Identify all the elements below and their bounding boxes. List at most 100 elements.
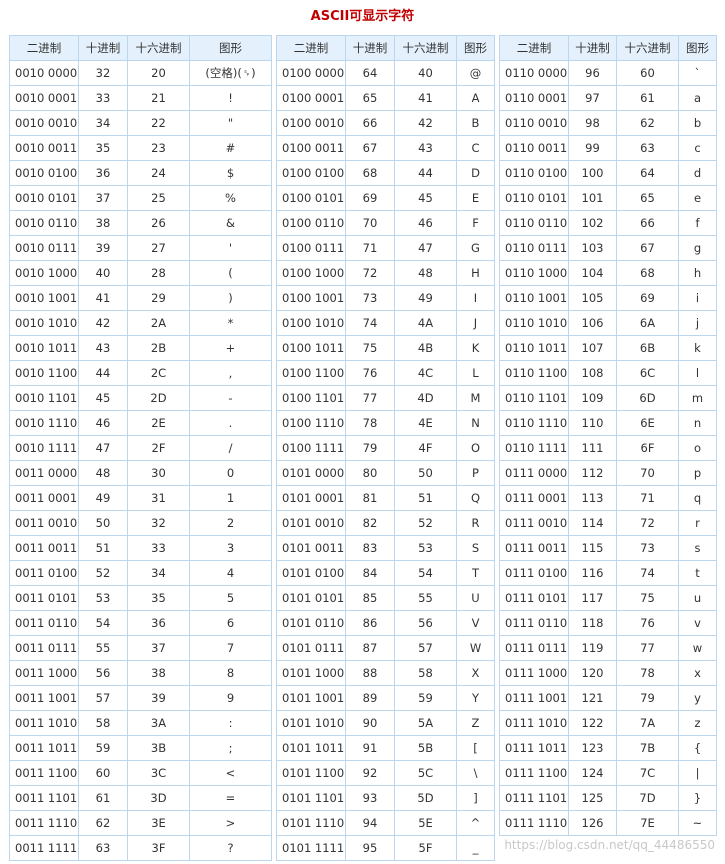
table-row: 0110 0100 100 64 d bbox=[499, 160, 717, 186]
cell-decimal: 39 bbox=[78, 235, 128, 261]
cell-decimal: 79 bbox=[345, 435, 395, 461]
cell-binary: 0011 1110 bbox=[9, 810, 79, 836]
cell-glyph: P bbox=[456, 460, 495, 486]
header-glyph: 图形 bbox=[189, 35, 272, 61]
cell-decimal: 49 bbox=[78, 485, 128, 511]
cell-decimal: 96 bbox=[568, 60, 617, 86]
cell-hex: 72 bbox=[616, 510, 679, 536]
table-row: 0010 1111 47 2F / bbox=[9, 435, 272, 461]
table-row: 0110 1111 111 6F o bbox=[499, 435, 717, 461]
cell-decimal: 85 bbox=[345, 585, 395, 611]
cell-decimal: 119 bbox=[568, 635, 617, 661]
cell-decimal: 112 bbox=[568, 460, 617, 486]
cell-decimal: 68 bbox=[345, 160, 395, 186]
cell-decimal: 66 bbox=[345, 110, 395, 136]
cell-glyph: 5 bbox=[189, 585, 272, 611]
cell-decimal: 35 bbox=[78, 135, 128, 161]
table-row: 0111 0101 117 75 u bbox=[499, 585, 717, 611]
cell-glyph: R bbox=[456, 510, 495, 536]
table-row: 0100 0001 65 41 A bbox=[276, 85, 495, 111]
table-row: 0110 1001 105 69 i bbox=[499, 285, 717, 311]
cell-decimal: 99 bbox=[568, 135, 617, 161]
cell-decimal: 114 bbox=[568, 510, 617, 536]
cell-hex: 3A bbox=[127, 710, 190, 736]
cell-glyph: r bbox=[678, 510, 717, 536]
cell-hex: 2E bbox=[127, 410, 190, 436]
table-row: 0111 0001 113 71 q bbox=[499, 485, 717, 511]
cell-glyph: K bbox=[456, 335, 495, 361]
cell-binary: 0100 1110 bbox=[276, 410, 346, 436]
cell-glyph: q bbox=[678, 485, 717, 511]
cell-glyph: 9 bbox=[189, 685, 272, 711]
table-row: 0100 0100 68 44 D bbox=[276, 160, 495, 186]
cell-hex: 36 bbox=[127, 610, 190, 636]
cell-hex: 4E bbox=[394, 410, 457, 436]
cell-glyph: } bbox=[678, 785, 717, 811]
cell-hex: 23 bbox=[127, 135, 190, 161]
cell-decimal: 92 bbox=[345, 760, 395, 786]
cell-glyph: D bbox=[456, 160, 495, 186]
table-row: 0101 0010 82 52 R bbox=[276, 510, 495, 536]
cell-decimal: 95 bbox=[345, 835, 395, 861]
cell-glyph: T bbox=[456, 560, 495, 586]
cell-decimal: 75 bbox=[345, 335, 395, 361]
cell-binary: 0011 0001 bbox=[9, 485, 79, 511]
cell-glyph: ( bbox=[189, 260, 272, 286]
table-row: 0111 1110 126 7E ~ bbox=[499, 810, 717, 836]
cell-decimal: 74 bbox=[345, 310, 395, 336]
cell-glyph: g bbox=[678, 235, 717, 261]
table-row: 0101 1011 91 5B[ bbox=[276, 735, 495, 761]
cell-binary: 0101 1110 bbox=[276, 810, 346, 836]
table-row: 0100 0000 64 40 @ bbox=[276, 60, 495, 86]
cell-binary: 0010 1001 bbox=[9, 285, 79, 311]
table-row: 0010 1101 45 2D - bbox=[9, 385, 272, 411]
cell-binary: 0100 0110 bbox=[276, 210, 346, 236]
cell-glyph: h bbox=[678, 260, 717, 286]
cell-decimal: 87 bbox=[345, 635, 395, 661]
cell-hex: 67 bbox=[616, 235, 679, 261]
cell-decimal: 113 bbox=[568, 485, 617, 511]
cell-binary: 0101 0110 bbox=[276, 610, 346, 636]
cell-hex: 53 bbox=[394, 535, 457, 561]
cell-binary: 0101 0101 bbox=[276, 585, 346, 611]
cell-glyph: - bbox=[189, 385, 272, 411]
table-row: 0111 0110 118 76 v bbox=[499, 610, 717, 636]
cell-glyph: W bbox=[456, 635, 495, 661]
cell-hex: 7E bbox=[616, 810, 679, 836]
cell-binary: 0100 1001 bbox=[276, 285, 346, 311]
cell-glyph: B bbox=[456, 110, 495, 136]
cell-binary: 0110 1111 bbox=[499, 435, 569, 461]
cell-binary: 0011 1001 bbox=[9, 685, 79, 711]
cell-glyph: d bbox=[678, 160, 717, 186]
cell-hex: 48 bbox=[394, 260, 457, 286]
header-decimal: 十进制 bbox=[568, 35, 617, 61]
cell-decimal: 53 bbox=[78, 585, 128, 611]
cell-binary: 0100 1101 bbox=[276, 385, 346, 411]
cell-glyph: M bbox=[456, 385, 495, 411]
table-row: 0111 0000 112 70 p bbox=[499, 460, 717, 486]
cell-glyph: @ bbox=[456, 60, 495, 86]
cell-binary: 0101 1101 bbox=[276, 785, 346, 811]
table-row: 0011 1111 63 3F? bbox=[9, 835, 272, 861]
cell-hex: 74 bbox=[616, 560, 679, 586]
cell-hex: 3F bbox=[127, 835, 190, 861]
cell-glyph: 7 bbox=[189, 635, 272, 661]
cell-hex: 68 bbox=[616, 260, 679, 286]
table-row: 0010 1100 44 2C, bbox=[9, 360, 272, 386]
cell-glyph: E bbox=[456, 185, 495, 211]
cell-glyph: G bbox=[456, 235, 495, 261]
cell-decimal: 109 bbox=[568, 385, 617, 411]
cell-hex: 5B bbox=[394, 735, 457, 761]
table-row: 0110 1100 108 6C l bbox=[499, 360, 717, 386]
cell-binary: 0111 0000 bbox=[499, 460, 569, 486]
cell-decimal: 76 bbox=[345, 360, 395, 386]
cell-decimal: 125 bbox=[568, 785, 617, 811]
ascii-table-3: 二进制 十进制 十六进制 图形 0110 0000 96 60 ` 0110 0001 9… bbox=[499, 35, 717, 836]
cell-hex: 2F bbox=[127, 435, 190, 461]
cell-glyph: L bbox=[456, 360, 495, 386]
cell-decimal: 89 bbox=[345, 685, 395, 711]
cell-decimal: 121 bbox=[568, 685, 617, 711]
cell-decimal: 70 bbox=[345, 210, 395, 236]
cell-binary: 0011 1101 bbox=[9, 785, 79, 811]
cell-glyph: b bbox=[678, 110, 717, 136]
